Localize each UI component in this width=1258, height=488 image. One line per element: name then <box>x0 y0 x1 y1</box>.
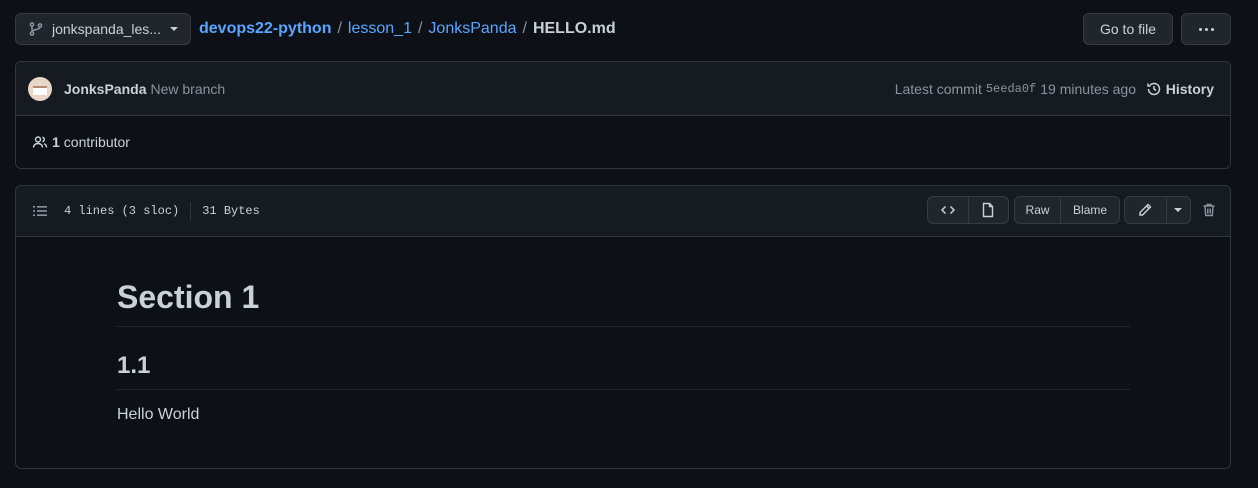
file-info: 4 lines (3 sloc) 31 Bytes <box>64 202 260 220</box>
rendered-view-button[interactable] <box>967 197 1008 223</box>
trash-icon <box>1203 203 1215 217</box>
raw-blame-group: Raw Blame <box>1014 196 1120 224</box>
edit-dropdown-button[interactable] <box>1165 197 1190 223</box>
avatar[interactable] <box>28 76 52 101</box>
markdown-body: Section 1 1.1 Hello World <box>16 237 1230 424</box>
file-size: 31 Bytes <box>202 204 260 218</box>
file-lines-info: 4 lines (3 sloc) <box>64 204 180 218</box>
branch-name: jonkspanda_les... <box>52 21 161 37</box>
pencil-icon <box>1139 203 1152 216</box>
breadcrumb-folder-lesson-link[interactable]: lesson_1 <box>348 20 412 38</box>
heading-1-1: 1.1 <box>117 351 1130 390</box>
blame-button[interactable]: Blame <box>1060 197 1119 223</box>
more-options-button[interactable] <box>1181 13 1231 45</box>
latest-commit-label: Latest commit <box>894 81 982 97</box>
file-icon <box>983 202 994 218</box>
edit-button[interactable] <box>1125 197 1166 223</box>
commit-time: 19 minutes ago <box>1040 81 1136 97</box>
git-branch-icon <box>29 22 43 36</box>
commit-author-link[interactable]: JonksPanda <box>64 81 146 97</box>
divider <box>190 202 192 220</box>
source-view-button[interactable] <box>928 197 968 223</box>
paragraph-hello-world: Hello World <box>117 406 200 423</box>
contributor-label: contributor <box>63 134 130 150</box>
file-header: 4 lines (3 sloc) 31 Bytes Raw Blame <box>16 186 1230 237</box>
breadcrumb-folder-user-link[interactable]: JonksPanda <box>428 20 516 38</box>
contributors-row[interactable]: 1 contributor <box>16 116 1230 168</box>
latest-commit-box: JonksPanda New branch Latest commit 5eed… <box>15 61 1231 169</box>
breadcrumb-separator: / <box>417 20 423 37</box>
triangle-down-icon <box>1174 208 1183 212</box>
breadcrumb-separator: / <box>337 20 342 37</box>
list-unordered-icon[interactable] <box>32 203 48 219</box>
commit-message-link[interactable]: New branch <box>150 81 225 97</box>
breadcrumb-separator: / <box>522 20 527 37</box>
commit-header: JonksPanda New branch Latest commit 5eed… <box>16 62 1230 116</box>
file-viewer: 4 lines (3 sloc) 31 Bytes Raw Blame Sect… <box>15 185 1231 469</box>
edit-group <box>1124 196 1191 224</box>
history-icon <box>1147 82 1161 96</box>
code-icon <box>940 205 956 215</box>
heading-section-1: Section 1 <box>117 277 1130 327</box>
breadcrumb-current-file: HELLO.md <box>532 20 616 37</box>
history-label: History <box>1165 81 1214 97</box>
delete-file-button[interactable] <box>1200 200 1218 220</box>
contributor-count: 1 <box>52 134 60 150</box>
file-toolbar: Raw Blame <box>920 196 1230 224</box>
view-mode-toggle <box>927 196 1009 224</box>
go-to-file-button[interactable]: Go to file <box>1083 13 1173 45</box>
people-icon <box>32 136 48 148</box>
history-link[interactable]: History <box>1146 62 1214 116</box>
branch-select-button[interactable]: jonkspanda_les... <box>15 13 191 45</box>
commit-sha-link[interactable]: 5eeda0f <box>986 82 1036 96</box>
breadcrumb: devops22-python / lesson_1 / JonksPanda … <box>199 13 616 45</box>
commit-meta: Latest commit 5eeda0f 19 minutes ago <box>895 62 1136 116</box>
raw-button[interactable]: Raw <box>1015 197 1060 223</box>
chevron-down-icon <box>170 27 178 31</box>
kebab-horizontal-icon <box>1198 27 1214 31</box>
file-navigation: jonkspanda_les... devops22-python / less… <box>15 13 1231 45</box>
breadcrumb-repo-link[interactable]: devops22-python <box>199 20 331 38</box>
